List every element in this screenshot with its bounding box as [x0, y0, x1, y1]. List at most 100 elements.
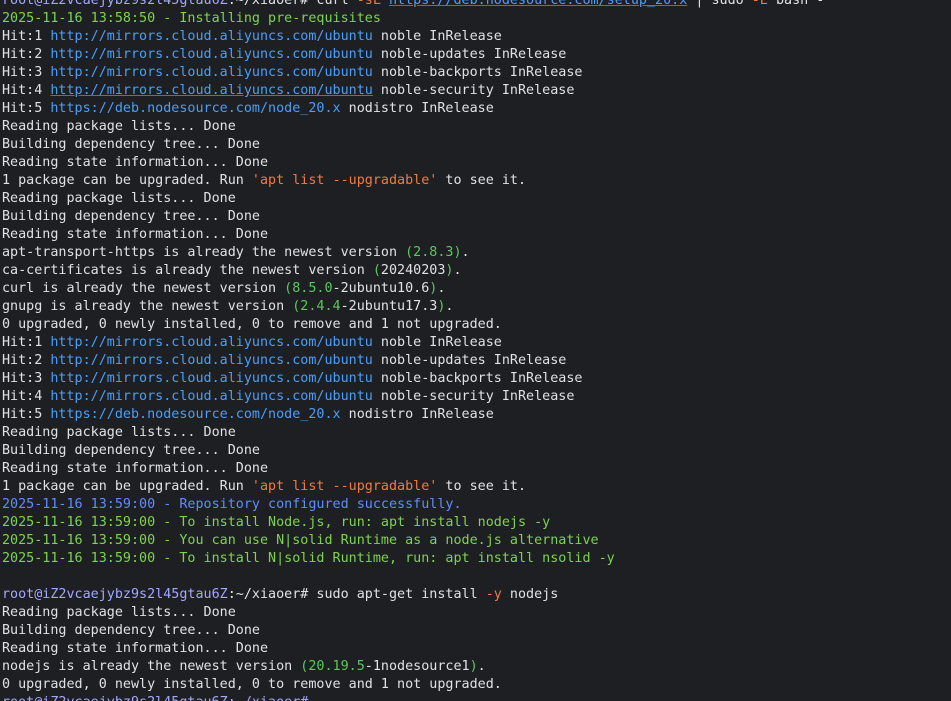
url-link[interactable]: https://deb.nodesource.com/node_20.x — [50, 101, 340, 116]
terminal-line: 0 upgraded, 0 newly installed, 0 to remo… — [2, 316, 951, 334]
output-text: 0 upgraded, 0 newly installed, 0 to remo… — [2, 317, 502, 332]
version-text: (8.5.0 — [284, 281, 333, 296]
url-link[interactable]: https://deb.nodesource.com/setup_20.x — [389, 0, 687, 8]
terminal-line: curl is already the newest version (8.5.… — [2, 280, 951, 298]
terminal-line: root@iZ2vcaejybz9s2l45gtau6Z:~/xiaoer# — [2, 694, 951, 701]
output-text: 0 upgraded, 0 newly installed, 0 to remo… — [2, 677, 502, 692]
output-text: to see it. — [437, 479, 527, 494]
output-text: Reading state information... Done — [2, 155, 269, 170]
terminal-line: Reading package lists... Done — [2, 118, 951, 136]
terminal-line: Hit:4 http://mirrors.cloud.aliyuncs.com/… — [2, 82, 951, 100]
command-flag: -E — [751, 0, 768, 8]
version-text: (20.19.5 — [300, 659, 365, 674]
version-text: ( — [372, 263, 381, 278]
terminal-window[interactable]: root@iZ2vcaejybz9s2l45gtau6Z:~/xiaoer# c… — [0, 0, 951, 701]
terminal-line: Hit:5 https://deb.nodesource.com/node_20… — [2, 100, 951, 118]
output-text: bash - — [767, 0, 825, 8]
output-text: Hit:5 — [2, 407, 51, 422]
output-text: Hit:2 — [2, 47, 51, 62]
terminal-line: Reading state information... Done — [2, 640, 951, 658]
status-message: 2025-11-16 13:59:00 - You can use N|soli… — [2, 533, 599, 548]
output-text: Hit:1 — [2, 29, 51, 44]
output-text: Building dependency tree... Done — [2, 623, 260, 638]
output-text: Building dependency tree... Done — [2, 443, 260, 458]
output-text: -1nodesource1 — [364, 659, 470, 674]
terminal-line: Reading package lists... Done — [2, 604, 951, 622]
terminal-line: Reading state information... Done — [2, 226, 951, 244]
output-text: Hit:3 — [2, 371, 51, 386]
url-link[interactable]: http://mirrors.cloud.aliyuncs.com/ubuntu — [50, 83, 372, 98]
output-text: noble-updates InRelease — [372, 47, 567, 62]
output-text: . — [461, 245, 470, 260]
output-text: 1 package can be upgraded. Run — [2, 173, 252, 188]
output-text: nodistro InRelease — [340, 407, 494, 422]
terminal-line: Building dependency tree... Done — [2, 136, 951, 154]
status-message: 2025-11-16 13:59:00 - To install N|solid… — [2, 551, 615, 566]
url-link[interactable]: http://mirrors.cloud.aliyuncs.com/ubuntu — [50, 65, 372, 80]
output-text: :~/xiaoer# curl — [227, 0, 357, 8]
terminal-line: Reading package lists... Done — [2, 424, 951, 442]
output-text: -2ubuntu10.6 — [332, 281, 430, 296]
terminal-line: Hit:1 http://mirrors.cloud.aliyuncs.com/… — [2, 28, 951, 46]
url-link[interactable]: http://mirrors.cloud.aliyuncs.com/ubuntu — [50, 29, 372, 44]
output-text: . — [477, 659, 486, 674]
output-text: Reading package lists... Done — [2, 605, 236, 620]
terminal-line: 2025-11-16 13:59:00 - To install Node.js… — [2, 514, 951, 532]
terminal-line: Hit:4 http://mirrors.cloud.aliyuncs.com/… — [2, 388, 951, 406]
url-link[interactable]: http://mirrors.cloud.aliyuncs.com/ubuntu — [50, 47, 372, 62]
output-text: . — [453, 263, 462, 278]
output-text: Hit:5 — [2, 101, 51, 116]
terminal-line: 0 upgraded, 0 newly installed, 0 to remo… — [2, 676, 951, 694]
output-text: ca-certificates is already the newest ve… — [2, 263, 373, 278]
terminal-line: 2025-11-16 13:58:50 - Installing pre-req… — [2, 10, 951, 28]
output-text: -2ubuntu17.3 — [340, 299, 438, 314]
output-text: noble-backports InRelease — [372, 371, 583, 386]
url-link[interactable]: https://deb.nodesource.com/node_20.x — [50, 407, 340, 422]
output-text: Hit:4 — [2, 389, 51, 404]
output-text: Reading package lists... Done — [2, 425, 236, 440]
output-text: noble InRelease — [372, 29, 502, 44]
terminal-line: gnupg is already the newest version (2.4… — [2, 298, 951, 316]
output-text: Reading package lists... Done — [2, 191, 236, 206]
output-text: noble-security InRelease — [372, 83, 575, 98]
terminal-line: Hit:2 http://mirrors.cloud.aliyuncs.com/… — [2, 46, 951, 64]
terminal-line: 2025-11-16 13:59:00 - To install N|solid… — [2, 550, 951, 568]
url-link[interactable]: http://mirrors.cloud.aliyuncs.com/ubuntu — [50, 389, 372, 404]
output-text: Reading state information... Done — [2, 641, 269, 656]
output-text: 1 package can be upgraded. Run — [2, 479, 252, 494]
url-link[interactable]: http://mirrors.cloud.aliyuncs.com/ubuntu — [50, 353, 372, 368]
terminal-line: Hit:3 http://mirrors.cloud.aliyuncs.com/… — [2, 370, 951, 388]
terminal-line: apt-transport-https is already the newes… — [2, 244, 951, 262]
output-text: . — [437, 281, 446, 296]
command-flag: -y — [485, 587, 502, 602]
output-text: nodejs is already the newest version — [2, 659, 301, 674]
output-text: . — [445, 299, 454, 314]
terminal-line: root@iZ2vcaejybz9s2l45gtau6Z:~/xiaoer# c… — [2, 0, 951, 10]
terminal-line: Reading package lists... Done — [2, 190, 951, 208]
terminal-output[interactable]: root@iZ2vcaejybz9s2l45gtau6Z:~/xiaoer# c… — [2, 0, 951, 701]
terminal-line: 2025-11-16 13:59:00 - You can use N|soli… — [2, 532, 951, 550]
output-text: :~/xiaoer# sudo apt-get install — [227, 587, 486, 602]
status-message: 2025-11-16 13:59:00 - To install Node.js… — [2, 515, 551, 530]
terminal-line: 2025-11-16 13:59:00 - Repository configu… — [2, 496, 951, 514]
version-text: ) — [469, 659, 478, 674]
terminal-line: 1 package can be upgraded. Run 'apt list… — [2, 172, 951, 190]
url-link[interactable]: http://mirrors.cloud.aliyuncs.com/ubuntu — [50, 371, 372, 386]
output-text: Hit:1 — [2, 335, 51, 350]
terminal-line: Hit:1 http://mirrors.cloud.aliyuncs.com/… — [2, 334, 951, 352]
output-text: | sudo — [687, 0, 752, 8]
terminal-line: Hit:5 https://deb.nodesource.com/node_20… — [2, 406, 951, 424]
output-text: Reading package lists... Done — [2, 119, 236, 134]
url-link[interactable]: http://mirrors.cloud.aliyuncs.com/ubuntu — [50, 335, 372, 350]
status-message: 2025-11-16 13:58:50 - Installing pre-req… — [2, 11, 381, 26]
output-text: Reading state information... Done — [2, 227, 269, 242]
terminal-line: 1 package can be upgraded. Run 'apt list… — [2, 478, 951, 496]
output-text: noble-backports InRelease — [372, 65, 583, 80]
version-text: (2.8.3) — [405, 245, 462, 260]
output-text: nodistro InRelease — [340, 101, 494, 116]
output-text: Building dependency tree... Done — [2, 137, 260, 152]
terminal-line: nodejs is already the newest version (20… — [2, 658, 951, 676]
shell-prompt: root@iZ2vcaejybz9s2l45gtau6Z — [2, 587, 228, 602]
output-text: noble-updates InRelease — [372, 353, 567, 368]
